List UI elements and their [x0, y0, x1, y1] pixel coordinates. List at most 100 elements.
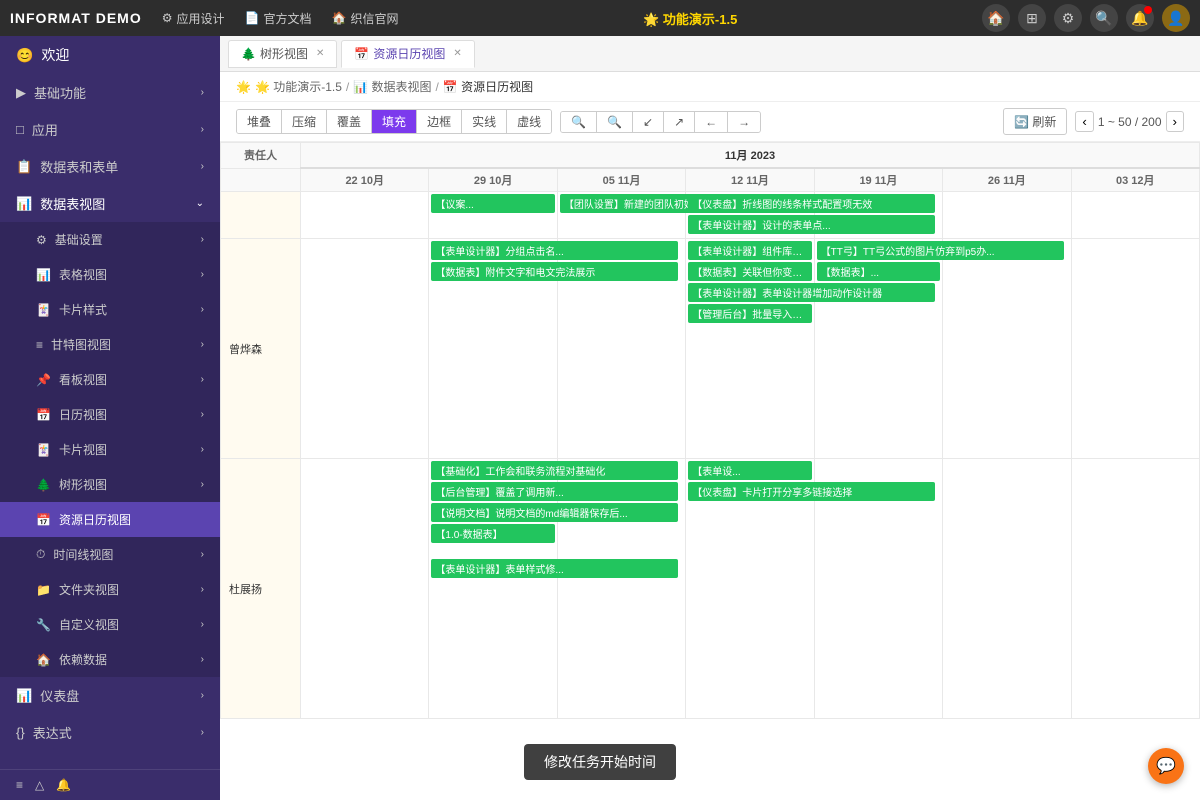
tab-close-resource[interactable]: ✕ [453, 48, 461, 59]
tab-tree-view[interactable]: 🌲 树形视图 ✕ [228, 40, 337, 68]
btn-fill[interactable]: 填充 [372, 110, 417, 133]
sidebar-item-basic-settings[interactable]: ⚙ 基础设置 › [0, 222, 220, 257]
btn-dashed[interactable]: 虚线 [507, 110, 551, 133]
row-label-2: 曾烨森 [221, 239, 301, 459]
deps-icon: 🏠 [36, 653, 51, 667]
gantt-bar[interactable]: 【表单设... [688, 461, 811, 480]
cell-2-3[interactable] [557, 239, 685, 459]
chevron-right-icon: › [201, 234, 204, 245]
cell-1-3[interactable]: 【团队设置】新建的团队初始最上层部门没有默认id [557, 192, 685, 239]
grid-icon[interactable]: ⊞ [1018, 4, 1046, 32]
search-icon[interactable]: 🔍 [1090, 4, 1118, 32]
avatar[interactable]: 👤 [1162, 4, 1190, 32]
sidebar-item-kanban[interactable]: 📌 看板视图 › [0, 362, 220, 397]
gantt-bar[interactable]: 【数据表】关联但你变数据库... [688, 262, 811, 281]
sidebar-item-tree-view[interactable]: 🌲 树形视图 › [0, 467, 220, 502]
tab-close-tree[interactable]: ✕ [316, 48, 324, 59]
breadcrumb-sep-1: / [346, 80, 349, 94]
zoom-in-btn[interactable]: 🔍 [561, 112, 597, 132]
btn-solid[interactable]: 实线 [462, 110, 507, 133]
cell-3-2[interactable]: 【基础化】工作会和联务流程对基础化 【后台管理】覆盖了调用新... 【说明文档】… [429, 459, 557, 719]
cell-3-5[interactable] [814, 459, 942, 719]
sidebar-item-resource-calendar[interactable]: 📅 资源日历视图 [0, 502, 220, 537]
float-button[interactable]: 💬 [1148, 748, 1184, 784]
col-date-5: 19 11月 [814, 168, 942, 192]
chevron-right-icon: › [201, 549, 204, 560]
home-nav-icon[interactable]: 🏠 [982, 4, 1010, 32]
cell-3-4[interactable]: 【表单设... 【仪表盘】卡片打开分享多链接选择 [686, 459, 814, 719]
sidebar-item-card-view[interactable]: 🃏 卡片视图 › [0, 432, 220, 467]
zoom-group: 🔍 🔍 ↙ ↗ ← → [560, 111, 761, 133]
sidebar-item-deps[interactable]: 🏠 依赖数据 › [0, 642, 220, 677]
sidebar-item-welcome[interactable]: 😊 欢迎 [0, 36, 220, 74]
cell-3-6[interactable] [943, 459, 1071, 719]
breadcrumb-home[interactable]: 🌟 [236, 80, 251, 94]
cell-3-7[interactable] [1071, 459, 1199, 719]
sidebar-item-app[interactable]: □ 应用 › [0, 111, 220, 148]
gantt-bar[interactable]: 【管理后台】批量导入新成品失败 [688, 304, 811, 323]
gantt-bar[interactable]: 【表单设计器】组件库所小提示... [688, 241, 811, 260]
arrow-down-left[interactable]: ↙ [633, 112, 664, 132]
sidebar-item-custom-view[interactable]: 🔧 自定义视图 › [0, 607, 220, 642]
breadcrumb-item-2[interactable]: 📊 数据表视图 [353, 78, 431, 95]
cell-1-1[interactable] [301, 192, 429, 239]
cell-1-4[interactable]: 【仪表盘】折线图的线条样式配置项无效 【表单设计器】设计的表单点... [686, 192, 814, 239]
breadcrumb-item-1[interactable]: 🌟 功能演示-1.5 [255, 78, 342, 95]
tab-resource-calendar[interactable]: 📅 资源日历视图 ✕ [341, 40, 474, 68]
gantt-bar[interactable]: 【1.0-数据表】 [431, 524, 554, 543]
refresh-button[interactable]: 🔄 刷新 [1003, 108, 1067, 135]
sidebar-item-timeline[interactable]: ⏱ 时间线视图 › [0, 537, 220, 572]
notification-icon[interactable]: 🔔 [1126, 4, 1154, 32]
btn-compress[interactable]: 压缩 [282, 110, 327, 133]
chevron-right-icon: › [201, 269, 204, 280]
cell-2-5[interactable]: 【TT弓】TT弓公式的图片仿弃到p5办... 【数据表】... [814, 239, 942, 459]
arrow-right[interactable]: → [728, 112, 760, 132]
arrow-up-right[interactable]: ↗ [664, 112, 695, 132]
page-prev[interactable]: ‹ [1075, 111, 1093, 132]
sidebar-item-gantt[interactable]: ≡ 甘特图视图 › [0, 327, 220, 362]
chevron-right-icon: › [201, 479, 204, 490]
btn-border[interactable]: 边框 [417, 110, 462, 133]
cell-2-7[interactable] [1071, 239, 1199, 459]
chevron-right-icon: › [201, 584, 204, 595]
nav-app-design[interactable]: ⚙ 应用设计 [162, 10, 225, 27]
cell-3-1[interactable] [301, 459, 429, 719]
cell-2-2[interactable]: 【表单设计器】分组点击名... 【数据表】附件文字和电文完法展示 [429, 239, 557, 459]
chevron-right-icon: › [201, 619, 204, 630]
sidebar-item-card-style[interactable]: 🃏 卡片样式 › [0, 292, 220, 327]
dashboard-icon: 📊 [16, 688, 32, 704]
bell-icon[interactable]: 🔔 [56, 778, 71, 792]
cell-1-2[interactable]: 【议案... [429, 192, 557, 239]
btn-cover[interactable]: 覆盖 [327, 110, 372, 133]
card-icon: 🃏 [36, 303, 51, 317]
nav-official[interactable]: 🏠 织信官网 [331, 10, 398, 27]
cell-1-7[interactable] [1071, 192, 1199, 239]
sidebar-item-table-view[interactable]: 📊 表格视图 › [0, 257, 220, 292]
sidebar-item-calendar[interactable]: 📅 日历视图 › [0, 397, 220, 432]
settings-icon[interactable]: ⚙ [1054, 4, 1082, 32]
menu-icon[interactable]: ≡ [16, 778, 23, 792]
gantt-bar[interactable]: 【数据表】... [817, 262, 940, 281]
cell-1-5[interactable] [814, 192, 942, 239]
sidebar-item-expression[interactable]: {} 表达式 › [0, 714, 220, 751]
cell-3-3[interactable] [557, 459, 685, 719]
cell-2-6[interactable] [943, 239, 1071, 459]
gantt-bar[interactable]: 【议案... [431, 194, 554, 213]
cell-1-6[interactable] [943, 192, 1071, 239]
sidebar-item-dashboard[interactable]: 📊 仪表盘 › [0, 677, 220, 714]
nav-docs[interactable]: 📄 官方文档 [245, 10, 312, 27]
arrow-left[interactable]: ← [695, 112, 728, 132]
calendar-container[interactable]: 责任人 11月 2023 22 10月 29 10月 05 11月 12 11月… [220, 142, 1200, 800]
sidebar-item-folder[interactable]: 📁 文件夹视图 › [0, 572, 220, 607]
page-next[interactable]: › [1166, 111, 1184, 132]
warning-icon[interactable]: △ [35, 778, 44, 792]
sidebar-item-data-view[interactable]: 📊 数据表视图 ⌄ [0, 185, 220, 222]
cell-2-1[interactable] [301, 239, 429, 459]
cell-2-4[interactable]: 【表单设计器】组件库所小提示... 【数据表】关联但你变数据库... 【表单设计… [686, 239, 814, 459]
sidebar-item-data-table-form[interactable]: 📋 数据表和表单 › [0, 148, 220, 185]
btn-stack[interactable]: 堆叠 [237, 110, 282, 133]
sidebar-item-basic[interactable]: ▶ 基础功能 › [0, 74, 220, 111]
breadcrumb-item-3: 📅 资源日历视图 [443, 78, 533, 95]
calendar-icon: 📅 [36, 408, 51, 422]
zoom-out-btn[interactable]: 🔍 [597, 112, 633, 132]
